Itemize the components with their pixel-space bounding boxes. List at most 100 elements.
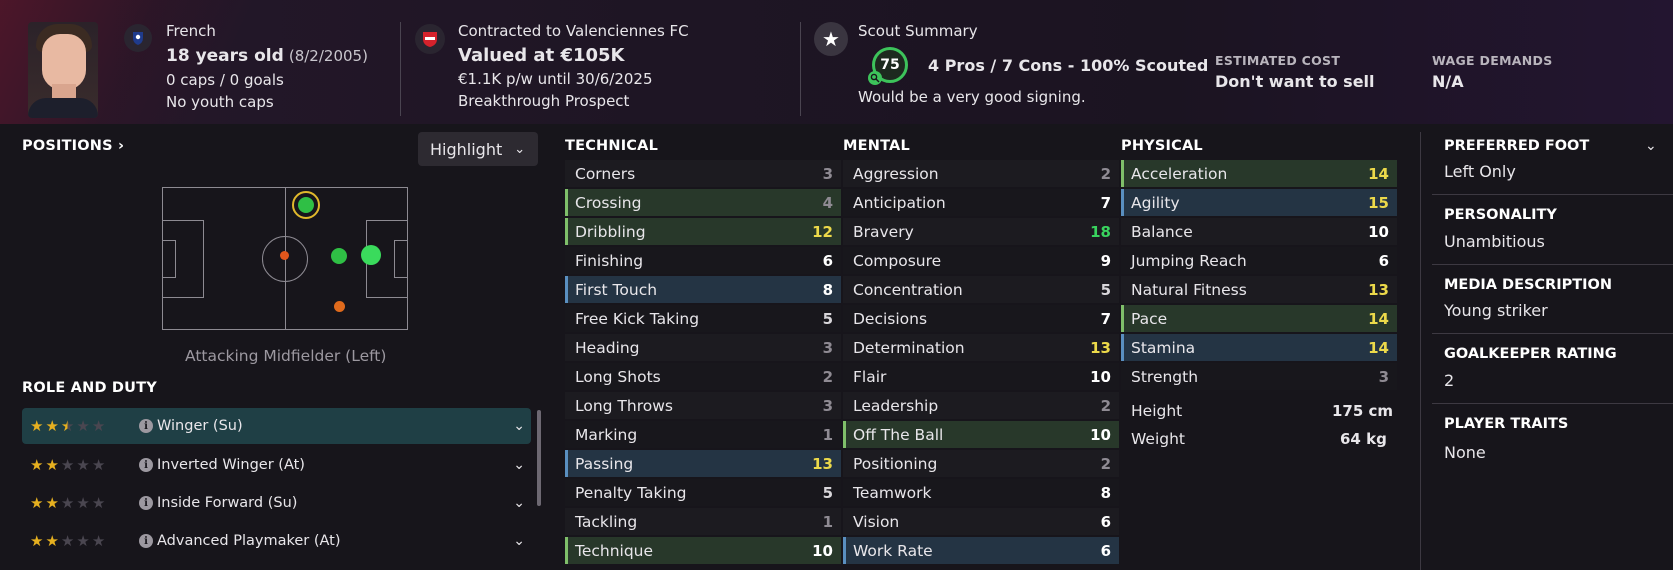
attribute-row-strength[interactable]: Strength 3 bbox=[1121, 363, 1397, 390]
mental-attributes: Aggression 2 Anticipation 7 Bravery 18 Composu… bbox=[843, 160, 1119, 566]
panel-divider bbox=[1420, 132, 1421, 570]
attribute-row-passing[interactable]: Passing 13 bbox=[565, 450, 841, 477]
attribute-row-dribbling[interactable]: Dribbling 12 bbox=[565, 218, 841, 245]
attribute-row-decisions[interactable]: Decisions 7 bbox=[843, 305, 1119, 332]
position-st-dot[interactable] bbox=[361, 245, 381, 265]
attribute-row-positioning[interactable]: Positioning 2 bbox=[843, 450, 1119, 477]
chevron-down-icon[interactable]: ⌄ bbox=[513, 533, 525, 549]
position-cm-dot[interactable] bbox=[280, 251, 289, 260]
attribute-row-work-rate[interactable]: Work Rate 6 bbox=[843, 537, 1119, 564]
info-icon[interactable]: i bbox=[139, 458, 153, 472]
role-row-inside-forward[interactable]: ★ ★ ★ ★ ★ i Inside Forward (Su) ⌄ bbox=[22, 485, 531, 521]
role-rating-stars: ★ ★ ★ ★ ★ bbox=[30, 531, 105, 550]
attribute-row-technique[interactable]: Technique 10 bbox=[565, 537, 841, 564]
wage-contract: €1.1K p/w until 30/6/2025 bbox=[458, 70, 653, 88]
attribute-row-determination[interactable]: Determination 13 bbox=[843, 334, 1119, 361]
club-crest-icon[interactable] bbox=[415, 24, 445, 54]
attribute-row-first-touch[interactable]: First Touch 8 bbox=[565, 276, 841, 303]
chevron-down-icon[interactable]: ⌄ bbox=[513, 457, 525, 473]
attribute-row-natural-fitness[interactable]: Natural Fitness 13 bbox=[1121, 276, 1397, 303]
attribute-row-crossing[interactable]: Crossing 4 bbox=[565, 189, 841, 216]
attribute-row-tackling[interactable]: Tackling 1 bbox=[565, 508, 841, 535]
attribute-value: 13 bbox=[1090, 338, 1111, 357]
star-icon: ★ bbox=[91, 455, 106, 474]
roles-scrollbar[interactable] bbox=[537, 410, 541, 506]
attribute-row-off-the-ball[interactable]: Off The Ball 10 bbox=[843, 421, 1119, 448]
attribute-row-corners[interactable]: Corners 3 bbox=[565, 160, 841, 187]
separator bbox=[1432, 403, 1673, 404]
player-value: Valued at €105K bbox=[458, 45, 625, 66]
attribute-name: Stamina bbox=[1131, 338, 1196, 357]
attribute-row-acceleration[interactable]: Acceleration 14 bbox=[1121, 160, 1397, 187]
attribute-name: Long Throws bbox=[575, 396, 673, 415]
youth-caps: No youth caps bbox=[166, 93, 274, 111]
attribute-value: 12 bbox=[812, 222, 833, 241]
attribute-row-pace[interactable]: Pace 14 bbox=[1121, 305, 1397, 332]
header-divider bbox=[800, 22, 801, 116]
attribute-row-marking[interactable]: Marking 1 bbox=[565, 421, 841, 448]
highlight-dropdown[interactable]: Highlight ⌄ bbox=[418, 132, 538, 166]
star-icon: ★ bbox=[30, 455, 44, 474]
attribute-name: Jumping Reach bbox=[1131, 251, 1247, 270]
attribute-row-free-kick-taking[interactable]: Free Kick Taking 5 bbox=[565, 305, 841, 332]
attribute-row-anticipation[interactable]: Anticipation 7 bbox=[843, 189, 1119, 216]
attribute-row-flair[interactable]: Flair 10 bbox=[843, 363, 1119, 390]
position-amr-dot[interactable] bbox=[334, 301, 345, 312]
attribute-value: 8 bbox=[822, 280, 833, 299]
attribute-row-balance[interactable]: Balance 10 bbox=[1121, 218, 1397, 245]
estimated-cost-label: ESTIMATED COST bbox=[1215, 53, 1341, 68]
attribute-value: 2 bbox=[822, 367, 833, 386]
header-divider bbox=[400, 22, 401, 116]
attribute-name: Composure bbox=[853, 251, 942, 270]
attribute-row-penalty-taking[interactable]: Penalty Taking 5 bbox=[565, 479, 841, 506]
attribute-name: Work Rate bbox=[853, 541, 933, 560]
scout-note: Would be a very good signing. bbox=[858, 88, 1086, 106]
chevron-down-icon[interactable]: ⌄ bbox=[513, 495, 525, 511]
scout-summary-title[interactable]: Scout Summary bbox=[858, 22, 978, 40]
attribute-row-stamina[interactable]: Stamina 14 bbox=[1121, 334, 1397, 361]
attribute-name: Corners bbox=[575, 164, 636, 183]
attribute-name: Long Shots bbox=[575, 367, 661, 386]
role-rating-stars: ★ ★ ★ ★ ★ bbox=[30, 416, 106, 435]
role-row-advanced-playmaker[interactable]: ★ ★ ★ ★ ★ i Advanced Playmaker (At) ⌄ bbox=[22, 523, 531, 559]
attribute-row-vision[interactable]: Vision 6 bbox=[843, 508, 1119, 535]
attribute-row-aggression[interactable]: Aggression 2 bbox=[843, 160, 1119, 187]
chevron-down-icon[interactable]: ⌄ bbox=[513, 418, 525, 434]
nationality: French bbox=[166, 22, 216, 40]
attribute-value: 10 bbox=[1090, 425, 1111, 444]
chevron-down-icon[interactable]: ⌄ bbox=[1645, 138, 1657, 154]
attribute-name: Determination bbox=[853, 338, 965, 357]
attribute-row-teamwork[interactable]: Teamwork 8 bbox=[843, 479, 1119, 506]
attribute-value: 13 bbox=[812, 454, 833, 473]
attribute-value: 3 bbox=[822, 164, 833, 183]
attribute-value: 14 bbox=[1368, 164, 1389, 183]
attribute-value: 15 bbox=[1368, 193, 1389, 212]
position-amc-dot[interactable] bbox=[331, 248, 347, 264]
attribute-row-finishing[interactable]: Finishing 6 bbox=[565, 247, 841, 274]
info-icon[interactable]: i bbox=[139, 419, 153, 433]
contract-label[interactable]: Contracted to Valenciennes FC bbox=[458, 22, 689, 40]
star-icon[interactable]: ★ bbox=[814, 22, 848, 56]
star-icon: ★ bbox=[91, 493, 106, 512]
attribute-row-concentration[interactable]: Concentration 5 bbox=[843, 276, 1119, 303]
role-row-inverted-winger[interactable]: ★ ★ ★ ★ ★ i Inverted Winger (At) ⌄ bbox=[22, 447, 531, 483]
attribute-row-leadership[interactable]: Leadership 2 bbox=[843, 392, 1119, 419]
star-icon: ★ bbox=[60, 455, 75, 474]
attribute-row-heading[interactable]: Heading 3 bbox=[565, 334, 841, 361]
goalkeeper-rating-label: GOALKEEPER RATING bbox=[1444, 346, 1617, 362]
attribute-row-jumping-reach[interactable]: Jumping Reach 6 bbox=[1121, 247, 1397, 274]
attribute-row-long-shots[interactable]: Long Shots 2 bbox=[565, 363, 841, 390]
attribute-row-agility[interactable]: Agility 15 bbox=[1121, 189, 1397, 216]
position-label: Attacking Midfielder (Left) bbox=[185, 347, 387, 365]
position-aml-dot[interactable] bbox=[298, 197, 314, 213]
star-icon: ★ bbox=[45, 531, 59, 550]
info-icon[interactable]: i bbox=[139, 496, 153, 510]
positions-title[interactable]: POSITIONS › bbox=[22, 138, 124, 154]
info-icon[interactable]: i bbox=[139, 534, 153, 548]
attribute-row-composure[interactable]: Composure 9 bbox=[843, 247, 1119, 274]
role-row-winger[interactable]: ★ ★ ★ ★ ★ i Winger (Su) ⌄ bbox=[22, 408, 531, 444]
attribute-value: 5 bbox=[822, 483, 833, 502]
star-icon: ★ bbox=[91, 416, 106, 435]
attribute-row-long-throws[interactable]: Long Throws 3 bbox=[565, 392, 841, 419]
attribute-row-bravery[interactable]: Bravery 18 bbox=[843, 218, 1119, 245]
